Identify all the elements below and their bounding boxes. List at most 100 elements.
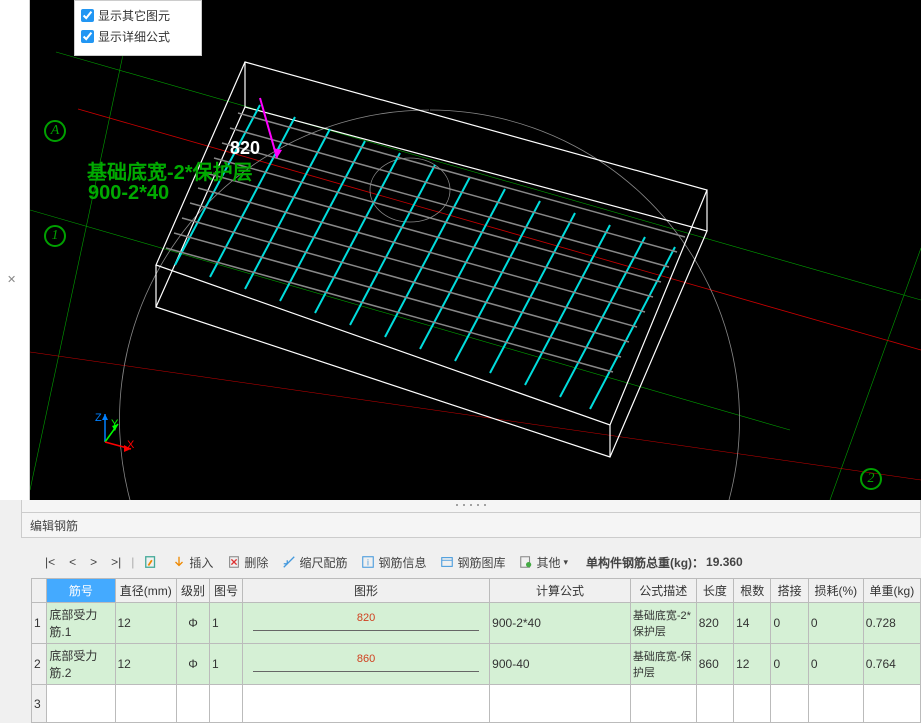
cell-shape[interactable]: 820 (242, 603, 489, 644)
col-rebar-id[interactable]: 筋号 (47, 579, 115, 603)
col-formula[interactable]: 计算公式 (490, 579, 631, 603)
total-weight-display: 单构件钢筋总重(kg)： 19.360 (586, 554, 743, 571)
formula-label: 基础底宽-2*保护层 (87, 156, 253, 185)
cell-grade[interactable] (177, 685, 210, 723)
dropdown-icon: ▾ (564, 557, 569, 568)
axis-marker-2: 2 (860, 468, 882, 490)
cell-name[interactable]: 底部受力筋.1 (47, 603, 115, 644)
cell-diameter[interactable] (115, 685, 177, 723)
col-figure-no[interactable]: 图号 (209, 579, 242, 603)
total-weight-label: 单构件钢筋总重(kg)： (586, 554, 704, 571)
cell-diameter[interactable]: 12 (115, 603, 177, 644)
shape-dimension: 860 (253, 653, 479, 665)
table-row[interactable]: 2 底部受力筋.2 12 Φ 1 860 900-40 基础底宽-保护层 860… (32, 644, 921, 685)
cell-figno[interactable] (209, 685, 242, 723)
cell-weight[interactable]: 0.728 (863, 603, 920, 644)
cell-name[interactable] (47, 685, 115, 723)
col-length[interactable]: 长度 (696, 579, 733, 603)
cell-shape[interactable]: 860 (242, 644, 489, 685)
delete-label: 删除 (244, 554, 268, 571)
axis-y-label: Y (111, 418, 118, 430)
nav-first-button[interactable]: |< (39, 552, 61, 572)
nav-next-button[interactable]: > (84, 552, 103, 572)
scale-rebar-button[interactable]: 缩尺配筋 (276, 551, 353, 574)
panel-resize-handle[interactable] (21, 500, 921, 512)
cell-count[interactable]: 14 (734, 603, 771, 644)
cell-figno[interactable]: 1 (209, 603, 242, 644)
left-gutter: ✕ (0, 0, 30, 500)
rebar-info-button[interactable]: i 钢筋信息 (355, 551, 432, 574)
axis-marker-1: 1 (44, 225, 66, 247)
cell-shape[interactable] (242, 685, 489, 723)
row-number: 3 (32, 685, 47, 723)
cell-lap[interactable]: 0 (771, 644, 808, 685)
cell-loss[interactable] (808, 685, 863, 723)
formula-calculation: 900-2*40 (88, 182, 169, 205)
table-row[interactable]: 1 底部受力筋.1 12 Φ 1 820 900-2*40 基础底宽-2*保护层… (32, 603, 921, 644)
cell-desc[interactable] (630, 685, 696, 723)
shape-dimension: 820 (253, 612, 479, 624)
rebar-library-button[interactable]: 钢筋图库 (434, 551, 511, 574)
col-formula-desc[interactable]: 公式描述 (630, 579, 696, 603)
table-row[interactable]: 3 (32, 685, 921, 723)
col-grade[interactable]: 级别 (177, 579, 210, 603)
row-number: 1 (32, 603, 47, 644)
checkbox-show-other-elements[interactable]: 显示其它图元 (81, 5, 195, 26)
cell-diameter[interactable]: 12 (115, 644, 177, 685)
display-options-panel: 显示其它图元 显示详细公式 (74, 0, 202, 56)
axis-x-label: X (127, 439, 134, 451)
rebar-info-label: 钢筋信息 (378, 554, 426, 571)
nav-prev-button[interactable]: < (63, 552, 82, 572)
other-button[interactable]: 其他 ▾ (513, 551, 574, 574)
cell-lap[interactable] (771, 685, 808, 723)
cell-count[interactable]: 12 (734, 644, 771, 685)
col-count[interactable]: 根数 (734, 579, 771, 603)
cell-loss[interactable]: 0 (808, 644, 863, 685)
cell-count[interactable] (734, 685, 771, 723)
insert-button[interactable]: 插入 (166, 551, 219, 574)
checkbox-input[interactable] (81, 30, 94, 43)
gutter-close-icon[interactable]: ✕ (7, 273, 16, 286)
scale-rebar-label: 缩尺配筋 (299, 554, 347, 571)
other-label: 其他 (536, 554, 560, 571)
cell-formula[interactable]: 900-40 (490, 644, 631, 685)
cell-grade[interactable]: Φ (177, 603, 210, 644)
checkbox-input[interactable] (81, 9, 94, 22)
cell-length[interactable] (696, 685, 733, 723)
insert-label: 插入 (189, 554, 213, 571)
viewport-3d[interactable]: 显示其它图元 显示详细公式 820 基础底宽-2*保护层 900-2*40 A … (30, 0, 921, 500)
checkbox-label: 显示其它图元 (98, 7, 170, 24)
col-unit-weight[interactable]: 单重(kg) (863, 579, 920, 603)
delete-button[interactable]: 删除 (221, 551, 274, 574)
cell-formula[interactable]: 900-2*40 (490, 603, 631, 644)
cell-weight[interactable] (863, 685, 920, 723)
cell-desc[interactable]: 基础底宽-保护层 (630, 644, 696, 685)
cell-name[interactable]: 底部受力筋.2 (47, 644, 115, 685)
panel-title: 编辑钢筋 (21, 512, 921, 538)
cell-loss[interactable]: 0 (808, 603, 863, 644)
checkbox-label: 显示详细公式 (98, 28, 170, 45)
model-canvas[interactable] (30, 0, 921, 500)
cell-length[interactable]: 860 (696, 644, 733, 685)
axis-marker-a: A (44, 120, 66, 142)
cell-figno[interactable]: 1 (209, 644, 242, 685)
col-rownum[interactable] (32, 579, 47, 603)
cell-lap[interactable]: 0 (771, 603, 808, 644)
checkbox-show-detailed-formula[interactable]: 显示详细公式 (81, 26, 195, 47)
nav-last-button[interactable]: >| (105, 552, 127, 572)
cell-grade[interactable]: Φ (177, 644, 210, 685)
cell-weight[interactable]: 0.764 (863, 644, 920, 685)
col-diameter[interactable]: 直径(mm) (115, 579, 177, 603)
col-loss[interactable]: 损耗(%) (808, 579, 863, 603)
cell-formula[interactable] (490, 685, 631, 723)
total-weight-value: 19.360 (706, 555, 743, 569)
import-icon[interactable] (138, 552, 164, 572)
cell-length[interactable]: 820 (696, 603, 733, 644)
axis-z-label: Z (95, 412, 102, 424)
svg-text:i: i (367, 558, 369, 568)
row-number: 2 (32, 644, 47, 685)
rebar-table[interactable]: 筋号 直径(mm) 级别 图号 图形 计算公式 公式描述 长度 根数 搭接 损耗… (31, 578, 921, 723)
col-lap[interactable]: 搭接 (771, 579, 808, 603)
col-shape[interactable]: 图形 (242, 579, 489, 603)
cell-desc[interactable]: 基础底宽-2*保护层 (630, 603, 696, 644)
